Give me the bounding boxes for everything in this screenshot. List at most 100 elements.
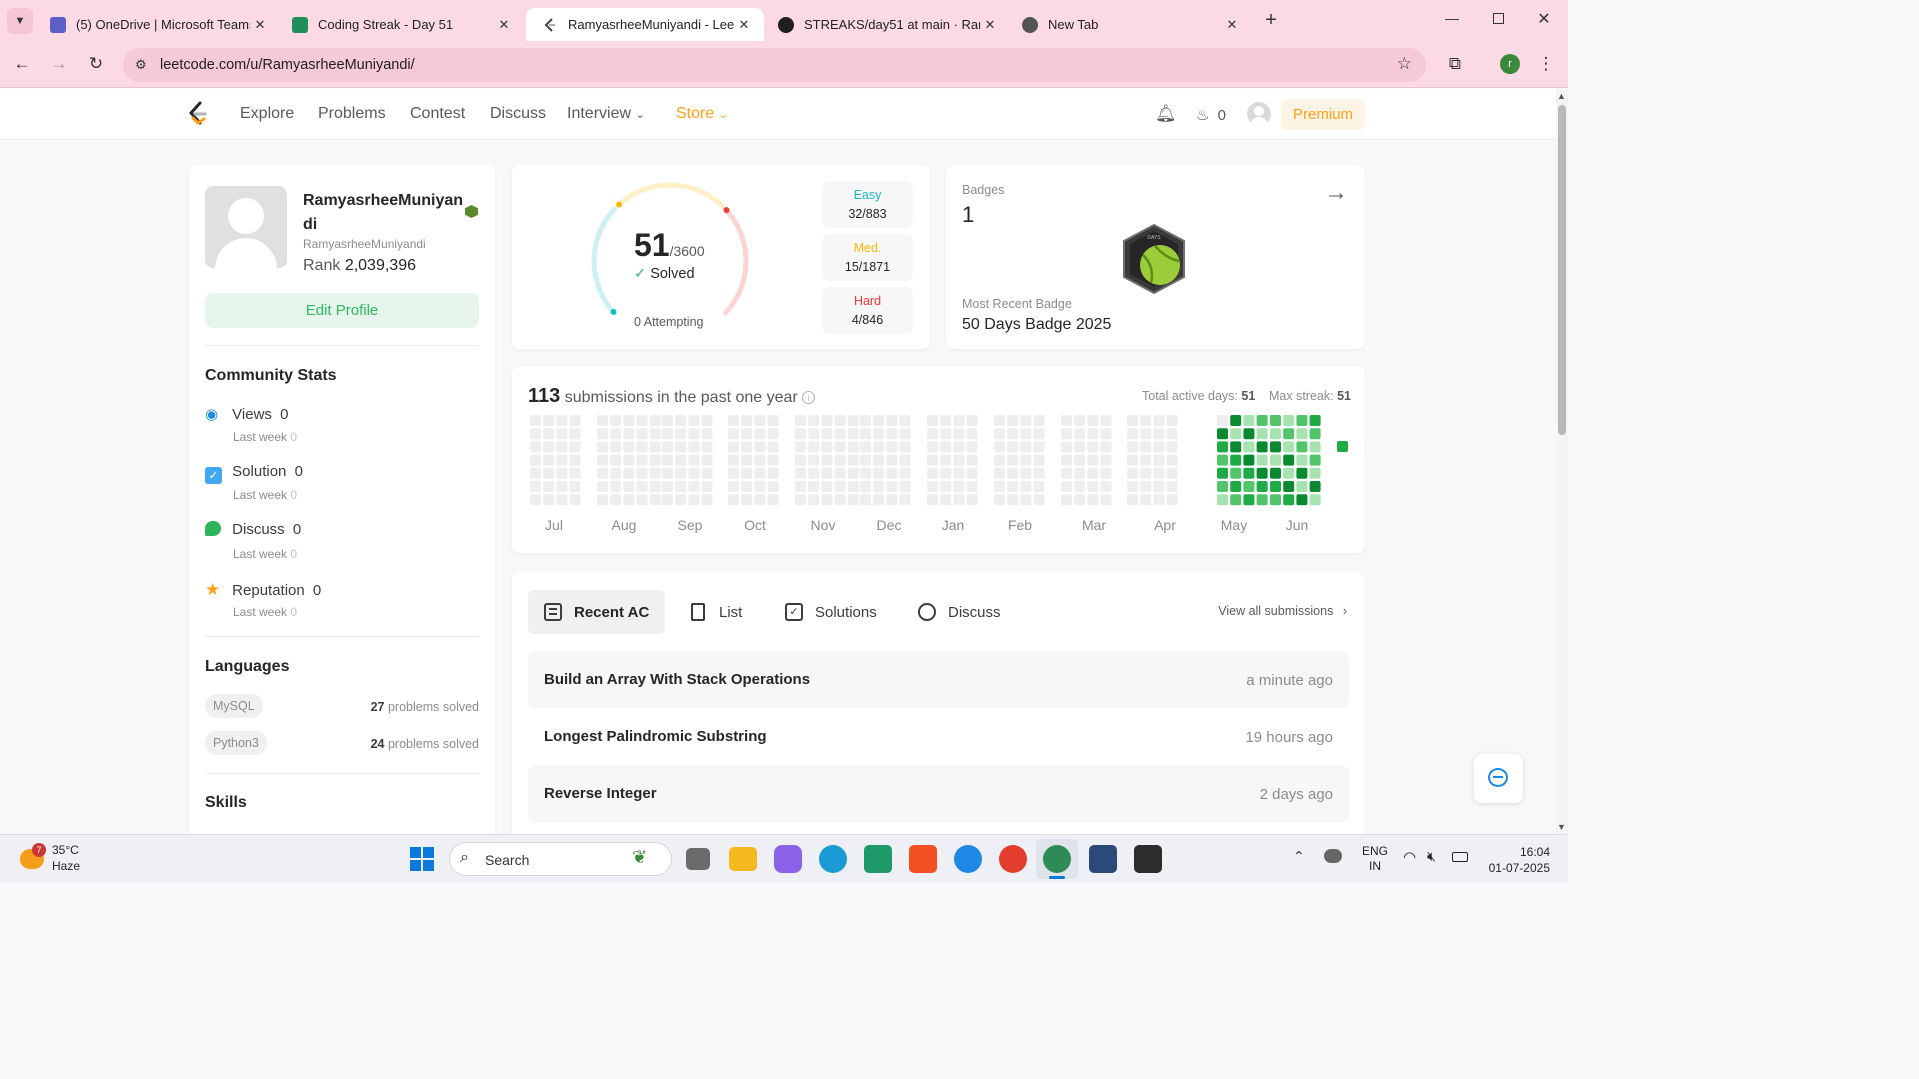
submission-row[interactable]: Reverse Integer 2 days ago xyxy=(528,765,1349,823)
heatmap-day-cell[interactable] xyxy=(675,454,687,466)
heatmap-day-cell[interactable] xyxy=(688,481,700,492)
tab-discuss[interactable]: Discuss xyxy=(902,590,1017,634)
windows-start-icon[interactable] xyxy=(410,847,434,871)
heatmap-day-cell[interactable] xyxy=(1283,441,1295,453)
heatmap-day-cell[interactable] xyxy=(1309,428,1321,440)
heatmap-day-cell[interactable] xyxy=(1087,454,1099,466)
browser-tab-github[interactable]: STREAKS/day51 at main · Ramy ✕ xyxy=(762,8,1010,41)
heatmap-day-cell[interactable] xyxy=(675,415,687,426)
heatmap-day-cell[interactable] xyxy=(886,454,898,466)
heatmap-day-cell[interactable] xyxy=(940,494,952,506)
heatmap-day-cell[interactable] xyxy=(1140,494,1152,506)
heatmap-day-cell[interactable] xyxy=(940,481,952,492)
language-pill-mysql[interactable]: MySQL xyxy=(205,694,263,718)
nav-explore[interactable]: Explore xyxy=(240,105,294,123)
heatmap-day-cell[interactable] xyxy=(1074,494,1086,506)
heatmap-day-cell[interactable] xyxy=(1166,481,1178,492)
heatmap-day-cell[interactable] xyxy=(1061,415,1072,426)
edit-profile-button[interactable]: Edit Profile xyxy=(205,293,479,328)
heatmap-day-cell[interactable] xyxy=(1296,454,1308,466)
heatmap-day-cell[interactable] xyxy=(649,415,661,426)
heatmap-day-cell[interactable] xyxy=(1243,441,1255,453)
heatmap-day-cell[interactable] xyxy=(701,467,713,479)
heatmap-day-cell[interactable] xyxy=(1127,441,1138,453)
heatmap-day-cell[interactable] xyxy=(1020,467,1032,479)
nav-discuss[interactable]: Discuss xyxy=(490,105,546,123)
heatmap-day-cell[interactable] xyxy=(899,441,911,453)
heatmap-day-cell[interactable] xyxy=(834,481,846,492)
heatmap-day-cell[interactable] xyxy=(1243,415,1255,426)
heatmap-day-cell[interactable] xyxy=(873,481,885,492)
heatmap-day-cell[interactable] xyxy=(543,481,555,492)
heatmap-day-cell[interactable] xyxy=(847,454,859,466)
store-icon[interactable] xyxy=(864,845,892,873)
heatmap-day-cell[interactable] xyxy=(1020,415,1032,426)
heatmap-day-cell[interactable] xyxy=(821,481,833,492)
heatmap-day-cell[interactable] xyxy=(927,454,938,466)
heatmap-day-cell[interactable] xyxy=(808,415,820,426)
heatmap-day-cell[interactable] xyxy=(808,454,820,466)
heatmap-day-cell[interactable] xyxy=(1140,481,1152,492)
heatmap-day-cell[interactable] xyxy=(1283,494,1295,506)
heatmap-day-cell[interactable] xyxy=(899,415,911,426)
heatmap-day-cell[interactable] xyxy=(994,481,1005,492)
heatmap-day-cell[interactable] xyxy=(543,467,555,479)
heatmap-day-cell[interactable] xyxy=(767,428,779,440)
heatmap-day-cell[interactable] xyxy=(873,467,885,479)
heatmap-day-cell[interactable] xyxy=(675,428,687,440)
browser-tab-new-tab[interactable]: New Tab ✕ xyxy=(1006,8,1252,41)
heatmap-day-cell[interactable] xyxy=(623,494,635,506)
heatmap-day-cell[interactable] xyxy=(1140,415,1152,426)
heatmap-day-cell[interactable] xyxy=(1296,441,1308,453)
heatmap-day-cell[interactable] xyxy=(1007,441,1019,453)
heatmap-day-cell[interactable] xyxy=(728,467,739,479)
heatmap-day-cell[interactable] xyxy=(1230,494,1242,506)
heatmap-day-cell[interactable] xyxy=(754,428,766,440)
feedback-chat-button[interactable] xyxy=(1474,754,1523,803)
heatmap-day-cell[interactable] xyxy=(1061,494,1072,506)
heatmap-day-cell[interactable] xyxy=(1007,454,1019,466)
bookmark-star-icon[interactable]: ☆ xyxy=(1397,54,1412,74)
heatmap-day-cell[interactable] xyxy=(1100,494,1112,506)
heatmap-day-cell[interactable] xyxy=(966,467,978,479)
heatmap-day-cell[interactable] xyxy=(728,494,739,506)
heatmap-day-cell[interactable] xyxy=(994,467,1005,479)
heatmap-day-cell[interactable] xyxy=(754,441,766,453)
nav-interview[interactable]: Interview ⌄ xyxy=(567,105,645,123)
heatmap-day-cell[interactable] xyxy=(1296,494,1308,506)
heatmap-day-cell[interactable] xyxy=(886,481,898,492)
heatmap-day-cell[interactable] xyxy=(1100,415,1112,426)
heatmap-day-cell[interactable] xyxy=(994,494,1005,506)
heatmap-day-cell[interactable] xyxy=(1256,415,1268,426)
heatmap-day-cell[interactable] xyxy=(821,428,833,440)
heatmap-day-cell[interactable] xyxy=(754,494,766,506)
heatmap-day-cell[interactable] xyxy=(953,467,965,479)
heatmap-day-cell[interactable] xyxy=(1230,454,1242,466)
heatmap-day-cell[interactable] xyxy=(675,441,687,453)
submission-row[interactable]: Longest Palindromic Substring 19 hours a… xyxy=(528,708,1349,766)
heatmap-day-cell[interactable] xyxy=(1166,441,1178,453)
site-info-icon[interactable]: ⚙ xyxy=(135,57,147,73)
heatmap-day-cell[interactable] xyxy=(834,494,846,506)
heatmap-day-cell[interactable] xyxy=(1217,494,1228,506)
heatmap-day-cell[interactable] xyxy=(688,467,700,479)
heatmap-day-cell[interactable] xyxy=(754,415,766,426)
heatmap-day-cell[interactable] xyxy=(1100,467,1112,479)
back-icon[interactable]: ← xyxy=(9,51,35,77)
heatmap-day-cell[interactable] xyxy=(569,481,581,492)
close-window-icon[interactable]: ✕ xyxy=(1532,9,1556,29)
heatmap-day-cell[interactable] xyxy=(899,481,911,492)
heatmap-day-cell[interactable] xyxy=(597,454,608,466)
heatmap-day-cell[interactable] xyxy=(728,441,739,453)
heatmap-day-cell[interactable] xyxy=(1087,441,1099,453)
heatmap-day-cell[interactable] xyxy=(1153,415,1165,426)
heatmap-day-cell[interactable] xyxy=(1153,441,1165,453)
heatmap-day-cell[interactable] xyxy=(767,415,779,426)
heatmap-day-cell[interactable] xyxy=(1217,481,1228,492)
heatmap-day-cell[interactable] xyxy=(649,467,661,479)
heatmap-day-cell[interactable] xyxy=(1020,454,1032,466)
heatmap-day-cell[interactable] xyxy=(899,494,911,506)
heatmap-day-cell[interactable] xyxy=(754,454,766,466)
chrome-profile-taskbar-active[interactable] xyxy=(1036,839,1078,879)
close-tab-icon[interactable]: ✕ xyxy=(494,17,514,33)
